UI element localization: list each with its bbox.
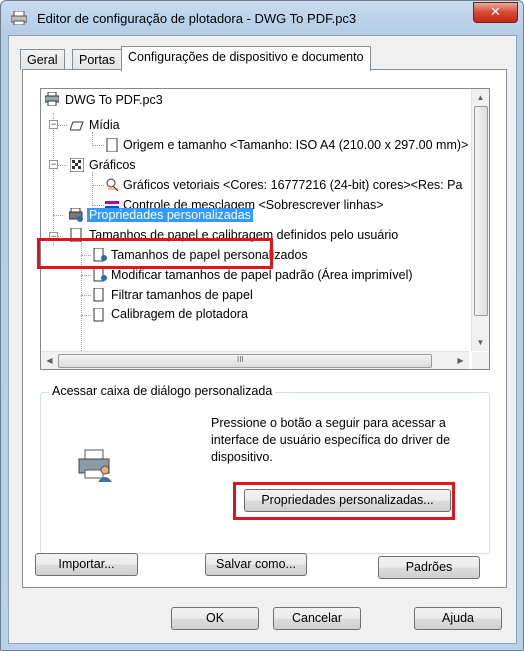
paper-sizes-icon	[70, 228, 82, 242]
collapse-icon[interactable]: −	[49, 120, 58, 129]
scroll-corner	[472, 352, 489, 369]
save-as-button[interactable]: Salvar como...	[205, 553, 307, 576]
tree-connector	[92, 145, 104, 146]
tree-connector	[92, 132, 93, 146]
paper-size-icon	[106, 138, 118, 152]
tree-item-graphics[interactable]: Gráficos	[87, 157, 138, 174]
window-title: Editor de configuração de plotadora - DW…	[37, 11, 357, 26]
group-legend: Acessar caixa de diálogo personalizada	[49, 384, 276, 398]
custom-properties-button[interactable]: Propriedades personalizadas...	[244, 489, 451, 512]
tab-device-document-settings[interactable]: Configurações de dispositivo e documento	[121, 46, 371, 71]
tree-item-media[interactable]: Mídia	[87, 117, 122, 134]
tree-connector	[81, 315, 91, 316]
import-button[interactable]: Importar...	[35, 553, 138, 576]
plotter-app-icon	[11, 11, 27, 25]
filter-paper-size-icon	[93, 288, 104, 302]
tree-item-custom-properties[interactable]: Propriedades personalizadas	[87, 207, 253, 224]
tab-panel: DWG To PDF.pc3 − Mídia Origem e tamanho …	[22, 69, 507, 588]
group-description: Pressione o botão a seguir para acessar …	[211, 416, 451, 464]
scroll-up-icon[interactable]: ▲	[472, 89, 489, 106]
tree-connector	[53, 215, 63, 216]
collapse-icon[interactable]: −	[49, 232, 58, 241]
plotter-config-icon	[45, 92, 59, 106]
horizontal-scrollbar[interactable]: ◀ III ▶	[41, 351, 469, 369]
tree-connector	[81, 255, 91, 256]
title-bar[interactable]: Editor de configuração de plotadora - DW…	[1, 1, 523, 35]
tree-item-custom-paper-sizes[interactable]: Tamanhos de papel personalizados	[109, 247, 310, 264]
defaults-button[interactable]: Padrões	[378, 556, 480, 579]
vertical-scrollbar[interactable]: ▲ ▼	[471, 89, 489, 351]
custom-properties-icon	[69, 208, 83, 222]
custom-paper-size-icon	[93, 248, 107, 262]
tree-connector	[81, 275, 91, 276]
dialog-window: Editor de configuração de plotadora - DW…	[0, 0, 524, 651]
tree-item-calibration[interactable]: Calibragem de plotadora	[109, 306, 250, 323]
calibration-icon	[93, 308, 104, 322]
settings-tree-view[interactable]: DWG To PDF.pc3 − Mídia Origem e tamanho …	[40, 88, 490, 370]
collapse-icon[interactable]: −	[49, 160, 58, 169]
close-button[interactable]: ✕	[473, 2, 518, 23]
dialog-client-area: Geral Portas Configurações de dispositiv…	[8, 35, 517, 644]
tree-item-media-size[interactable]: Origem e tamanho <Tamanho: ISO A4 (210.0…	[121, 137, 469, 154]
horizontal-scroll-thumb[interactable]: III	[58, 354, 432, 368]
custom-dialog-group: Acessar caixa de diálogo personalizada P…	[40, 384, 490, 554]
tree-connector	[53, 113, 54, 245]
tab-portas[interactable]: Portas	[72, 49, 123, 70]
ok-button[interactable]: OK	[171, 607, 259, 630]
tree-connector	[81, 243, 82, 351]
scroll-down-icon[interactable]: ▼	[472, 334, 489, 351]
vertical-scroll-thumb[interactable]	[474, 106, 488, 316]
tree-content: DWG To PDF.pc3 − Mídia Origem e tamanho …	[41, 89, 469, 351]
tree-item-modify-paper-sizes[interactable]: Modificar tamanhos de papel padrão (Área…	[109, 267, 415, 284]
media-icon	[70, 121, 84, 131]
printer-user-icon	[78, 449, 112, 482]
tree-connector	[92, 185, 104, 186]
graphics-icon	[70, 158, 84, 172]
tree-item-vector-graphics[interactable]: Gráficos vetoriais <Cores: 16777216 (24-…	[121, 177, 464, 194]
tree-item-filter-paper-sizes[interactable]: Filtrar tamanhos de papel	[109, 287, 255, 304]
modify-paper-size-icon	[93, 268, 107, 282]
tree-item-paper-sizes-calibration[interactable]: Tamanhos de papel e calibragem definidos…	[87, 227, 400, 244]
help-button[interactable]: Ajuda	[414, 607, 502, 630]
vector-graphics-icon	[106, 178, 119, 192]
tree-connector	[81, 295, 91, 296]
scroll-grip-icon: III	[237, 355, 244, 364]
tab-geral[interactable]: Geral	[20, 49, 65, 70]
cancel-button[interactable]: Cancelar	[273, 607, 361, 630]
tree-connector	[92, 172, 93, 206]
tree-root[interactable]: DWG To PDF.pc3	[63, 92, 165, 109]
tree-connector	[92, 205, 104, 206]
scroll-left-icon[interactable]: ◀	[41, 352, 58, 369]
scroll-right-icon[interactable]: ▶	[452, 352, 469, 369]
